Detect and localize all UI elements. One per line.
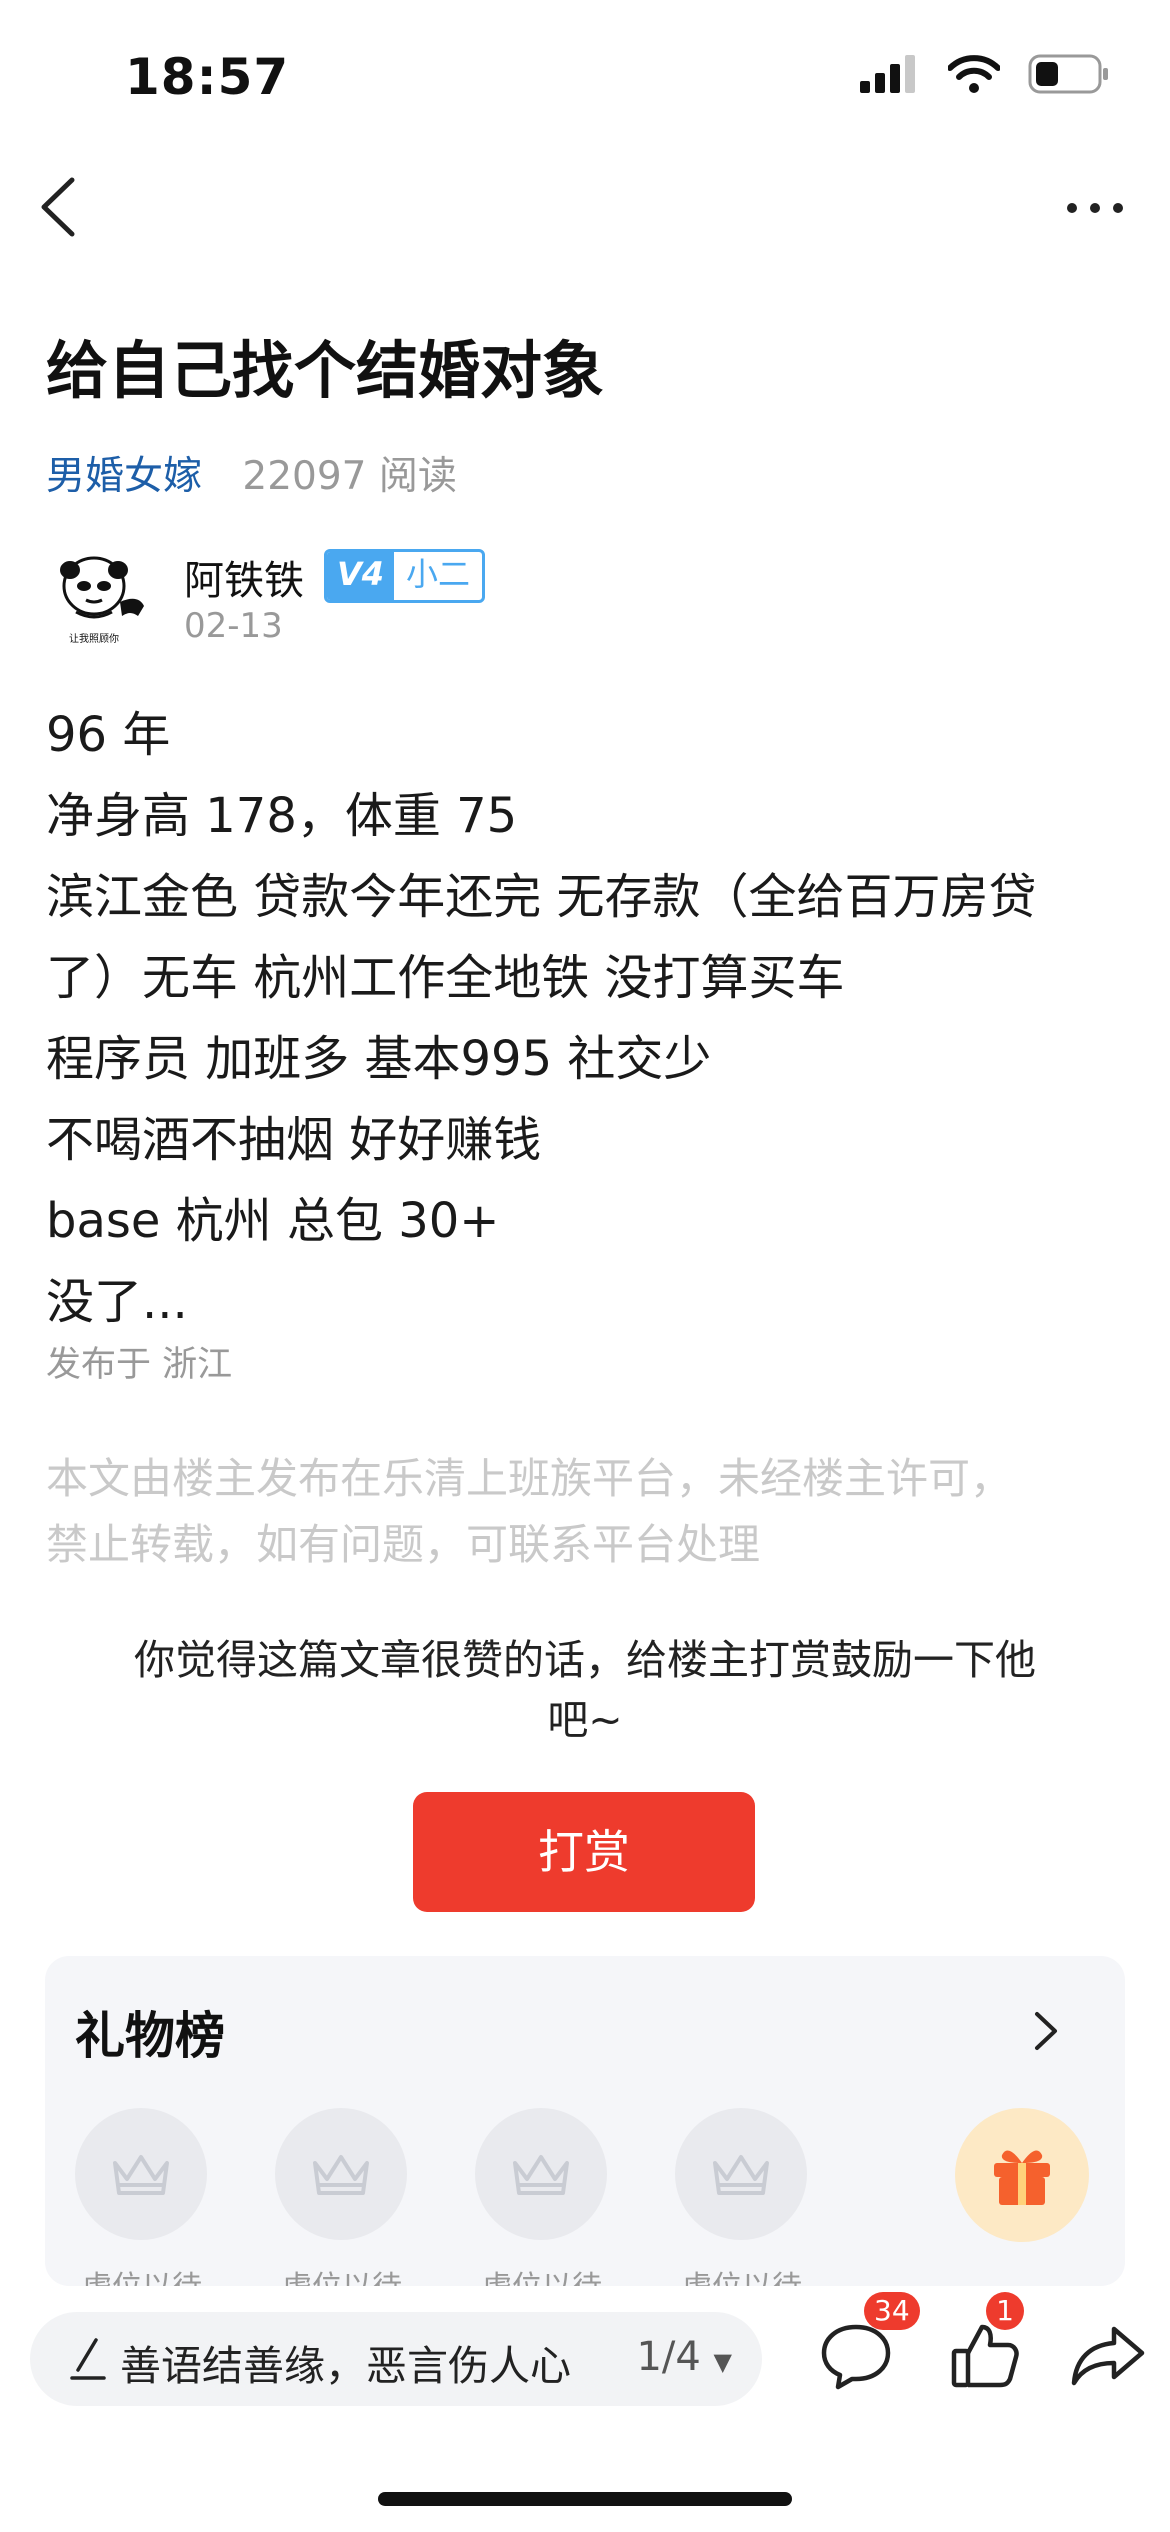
gift-icon: [994, 2150, 1050, 2205]
comment-count-badge: 34: [864, 2292, 920, 2330]
content-line: 不喝酒不抽烟 好好赚钱: [46, 1112, 542, 1168]
gift-slot-label: 虚位以待: [475, 2262, 609, 2286]
content-line: 了）无车 杭州工作全地铁 没打算买车: [46, 950, 845, 1006]
crown-icon: [313, 2155, 369, 2195]
pen-icon: [70, 2338, 106, 2380]
status-time: 18:57: [125, 48, 290, 106]
post-title: 给自己找个结婚对象: [46, 334, 605, 407]
avatar-caption: 让我照顾你: [69, 632, 119, 645]
gift-slot[interactable]: 虚位以待: [675, 2108, 809, 2286]
home-indicator: [378, 2492, 792, 2506]
gift-slot-label: 虚位以待: [275, 2262, 409, 2286]
read-count: 22097 阅读: [242, 454, 457, 499]
more-icon[interactable]: [1060, 178, 1130, 238]
crown-icon: [513, 2155, 569, 2195]
copyright-line: 本文由楼主发布在乐清上班族平台，未经楼主许可，: [46, 1454, 1013, 1503]
gift-slot[interactable]: 虚位以待: [275, 2108, 409, 2286]
content-line: 程序员 加班多 基本995 社交少: [46, 1031, 712, 1087]
gift-board: 礼物榜 虚位以待 虚位以待 虚位以待 虚位以待: [45, 1956, 1125, 2286]
gift-slot-label: 虚位以待: [75, 2262, 209, 2286]
copyright-notice: 本文由楼主发布在乐清上班族平台，未经楼主许可， 禁止转载，如有问题，可联系平台处…: [46, 1446, 1136, 1578]
share-icon: [1071, 2326, 1145, 2386]
user-badge: V4 小二: [324, 549, 486, 603]
content-line: 净身高 178，体重 75: [46, 788, 518, 844]
reward-button[interactable]: 打赏: [413, 1792, 755, 1912]
comment-input[interactable]: 善语结善缘，恶言伤人心 1/4 ▼: [30, 2312, 762, 2406]
author-name[interactable]: 阿铁铁: [184, 548, 304, 606]
gift-slot[interactable]: 虚位以待: [75, 2108, 209, 2286]
content-line: 96 年: [46, 707, 171, 763]
level-badge: V4: [327, 552, 395, 600]
gift-board-title: 礼物榜: [75, 2007, 225, 2065]
gift-slot-label: 虚位以待: [675, 2262, 809, 2286]
post-meta: 男婚女嫁 22097 阅读: [46, 445, 457, 501]
signal-icon: [860, 55, 915, 93]
battery-icon: [1028, 54, 1108, 94]
chevron-right-icon[interactable]: [1025, 2006, 1065, 2056]
wifi-icon: [948, 55, 1000, 93]
gift-slot[interactable]: 虚位以待: [475, 2108, 609, 2286]
avatar[interactable]: 让我照顾你: [46, 550, 150, 654]
reward-tip-line: 你觉得这篇文章很赞的话，给楼主打赏鼓励一下他: [134, 1636, 1036, 1684]
crown-icon: [113, 2155, 169, 2195]
back-icon[interactable]: [32, 172, 92, 242]
status-icons: [860, 54, 1110, 94]
reward-tip-line: 吧~: [547, 1696, 623, 1744]
content-line: base 杭州 总包 30+: [46, 1193, 500, 1249]
page-indicator-text: 1/4: [636, 2334, 701, 2380]
comment-placeholder: 善语结善缘，恶言伤人心: [120, 2342, 571, 2390]
content-line: 滨江金色 贷款今年还完 无存款（全给百万房贷: [46, 869, 1037, 925]
caret-down-icon: ▼: [713, 2348, 732, 2376]
share-button[interactable]: [1068, 2315, 1148, 2395]
post-content: 96 年 净身高 178，体重 75 滨江金色 贷款今年还完 无存款（全给百万房…: [46, 695, 1136, 1343]
like-count-badge: 1: [986, 2292, 1024, 2330]
post-location: 发布于 浙江: [46, 1345, 233, 1385]
copyright-line: 禁止转载，如有问题，可联系平台处理: [46, 1520, 761, 1569]
send-gift-button[interactable]: [955, 2108, 1089, 2242]
content-line: 没了...: [46, 1274, 188, 1330]
role-badge: 小二: [406, 555, 471, 593]
reward-tip: 你觉得这篇文章很赞的话，给楼主打赏鼓励一下他 吧~: [100, 1630, 1070, 1750]
page-indicator[interactable]: 1/4 ▼: [636, 2334, 732, 2380]
post-date: 02-13: [184, 606, 283, 646]
crown-icon: [713, 2155, 769, 2195]
topic-link[interactable]: 男婚女嫁: [46, 454, 202, 499]
